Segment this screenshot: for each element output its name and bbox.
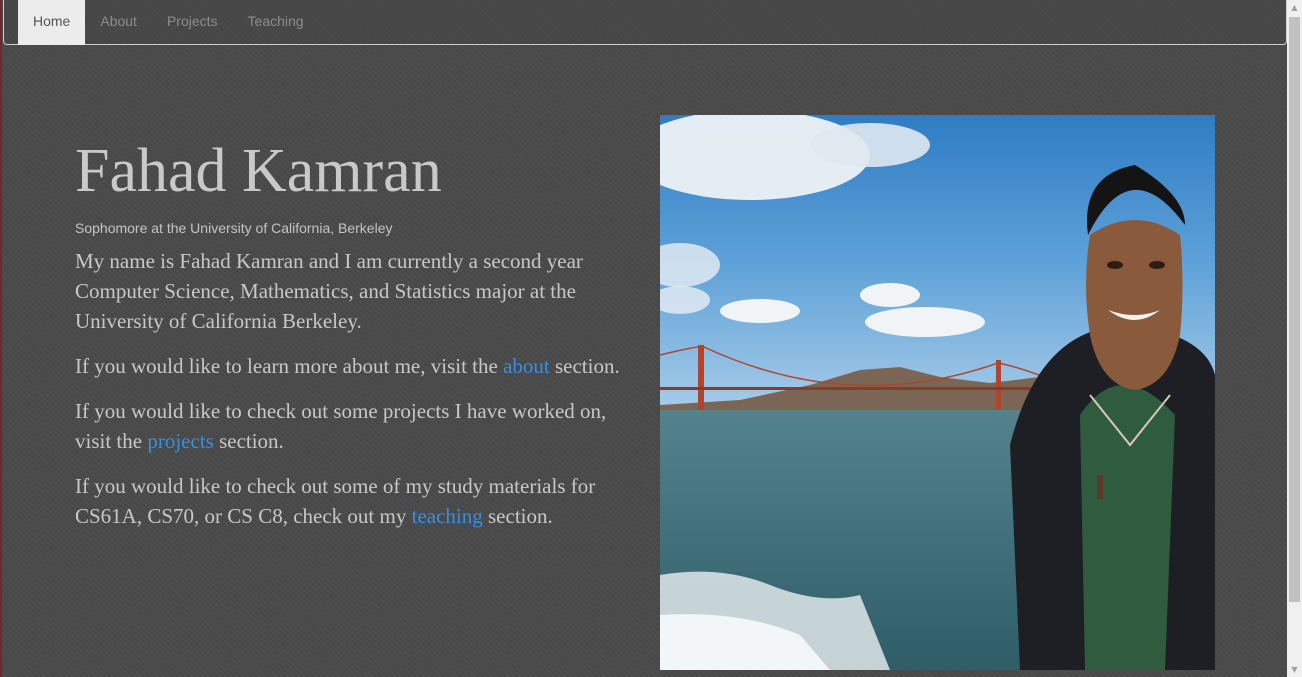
about-text-pre: If you would like to learn more about me… [75,354,504,378]
scrollbar-thumb[interactable] [1289,17,1300,602]
about-link[interactable]: about [503,354,550,378]
projects-link[interactable]: projects [147,429,213,453]
profile-photo-illustration [660,115,1215,670]
nav-list: Home About Projects Teaching [4,0,1286,45]
nav-tab-home[interactable]: Home [18,0,86,45]
scroll-up-arrow-icon[interactable]: ▲ [1287,0,1302,15]
about-text-post: section. [549,354,620,378]
vertical-scrollbar[interactable]: ▲ ▼ [1287,0,1302,677]
hero-text: Fahad Kamran Sophomore at the University… [75,130,635,546]
about-paragraph: If you would like to learn more about me… [75,351,635,381]
intro-paragraph: My name is Fahad Kamran and I am current… [75,249,583,333]
nav-tab-projects[interactable]: Projects [152,0,233,45]
projects-text-post: section. [213,429,284,453]
page-left-border [0,0,2,677]
navbar: Home About Projects Teaching [3,0,1287,45]
subtitle: Sophomore at the University of Californi… [75,220,393,236]
nav-tab-teaching[interactable]: Teaching [233,0,319,45]
profile-photo [660,115,1215,670]
teaching-paragraph: If you would like to check out some of m… [75,471,635,531]
projects-paragraph: If you would like to check out some proj… [75,396,635,456]
page-title: Fahad Kamran [75,137,442,205]
teaching-link[interactable]: teaching [412,504,483,528]
teaching-text-post: section. [482,504,553,528]
nav-tab-about[interactable]: About [85,0,152,45]
scroll-down-arrow-icon[interactable]: ▼ [1287,662,1302,677]
